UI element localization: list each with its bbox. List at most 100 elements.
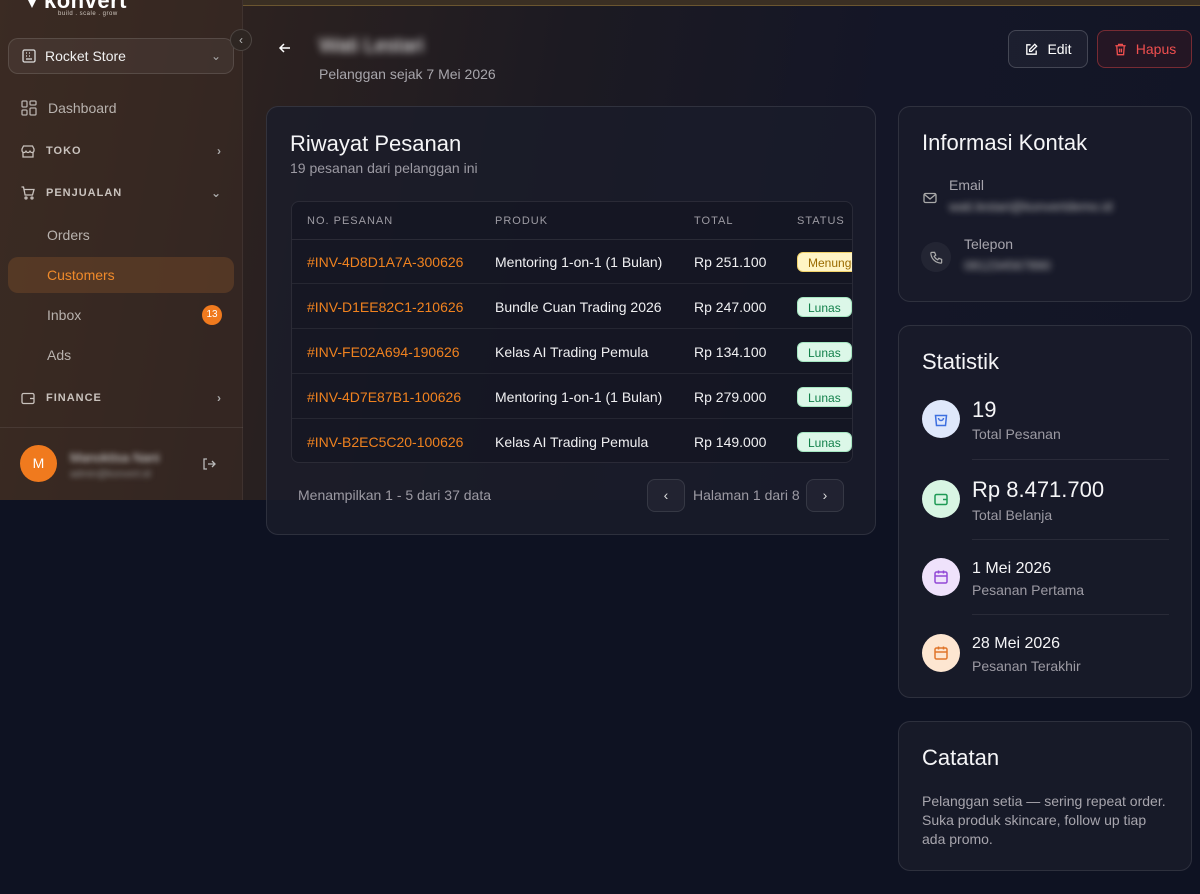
order-total: Rp 251.100: [694, 254, 767, 270]
order-product: Mentoring 1-on-1 (1 Bulan): [495, 389, 663, 405]
brand-logo[interactable]: konvert build . scale . grow: [26, 0, 136, 18]
sidebar-item-customers[interactable]: Customers: [8, 257, 234, 293]
order-product: Kelas AI Trading Pemula: [495, 434, 649, 450]
wallet-icon: [922, 480, 960, 518]
column-status: STATUS: [797, 215, 845, 227]
sidebar-item-penjualan[interactable]: PENJUALAN ⌄: [8, 175, 234, 211]
sidebar-item-toko[interactable]: TOKO ›: [8, 133, 234, 169]
dashboard-icon: [21, 100, 37, 116]
mail-icon: [921, 183, 939, 213]
order-total: Rp 134.100: [694, 344, 767, 360]
inbox-count-badge: 13: [202, 305, 222, 325]
sidebar-item-inbox[interactable]: Inbox 13: [8, 297, 234, 333]
avatar[interactable]: M: [20, 445, 57, 482]
chevron-right-icon: ›: [217, 391, 222, 405]
stat-total-orders-value: 19: [972, 397, 997, 422]
column-order-number: NO. PESANAN: [307, 215, 394, 227]
customer-name: Wati Lestari: [319, 35, 424, 57]
delete-label: Hapus: [1135, 41, 1177, 57]
order-number-link[interactable]: #INV-B2EC5C20-100626: [307, 434, 463, 450]
status-badge: Lunas: [797, 342, 852, 362]
stat-first-order-label: Pesanan Pertama: [972, 582, 1085, 598]
status-badge: Lunas: [797, 387, 852, 407]
store-name: Rocket Store: [45, 48, 126, 64]
contact-title: Informasi Kontak: [922, 130, 1088, 155]
stat-first-order-value: 1 Mei 2026: [972, 560, 1052, 577]
notes-card: Catatan Pelanggan setia — sering repeat …: [898, 721, 1192, 871]
email-label: Email: [949, 177, 985, 193]
chevron-right-icon: ›: [217, 144, 222, 158]
page-info: Halaman 1 dari 8: [693, 487, 800, 503]
sidebar-item-label: TOKO: [46, 145, 82, 157]
sidebar-item-label: Orders: [47, 227, 90, 243]
table-row[interactable]: #INV-B2EC5C20-100626 Kelas AI Trading Pe…: [292, 420, 852, 462]
order-product: Kelas AI Trading Pemula: [495, 344, 649, 360]
order-total: Rp 149.000: [694, 434, 767, 450]
stat-divider: [972, 614, 1169, 615]
sidebar-divider: [0, 427, 243, 428]
table-row[interactable]: #INV-4D7E87B1-100626 Mentoring 1-on-1 (1…: [292, 375, 852, 419]
edit-label: Edit: [1047, 41, 1072, 57]
statistics-card: Statistik 19 Total Pesanan Rp 8.471.700 …: [898, 325, 1192, 698]
table-row[interactable]: #INV-4D8D1A7A-300626 Mentoring 1-on-1 (1…: [292, 240, 852, 284]
shop-icon: [21, 145, 35, 158]
order-number-link[interactable]: #INV-4D8D1A7A-300626: [307, 254, 463, 270]
sidebar: konvert build . scale . grow Rocket Stor…: [0, 0, 243, 500]
column-total: TOTAL: [694, 215, 734, 227]
table-row[interactable]: #INV-FE02A694-190626 Kelas AI Trading Pe…: [292, 330, 852, 374]
sidebar-item-orders[interactable]: Orders: [8, 217, 234, 253]
sidebar-item-ads[interactable]: Ads: [8, 337, 234, 373]
orders-table: NO. PESANAN PRODUK TOTAL STATUS #INV-4D8…: [291, 201, 853, 463]
stat-total-spend-label: Total Belanja: [972, 507, 1053, 523]
sidebar-item-label: Customers: [47, 267, 115, 283]
order-product: Bundle Cuan Trading 2026: [495, 299, 662, 315]
user-email: admin@konvert.id: [70, 469, 151, 479]
table-header: NO. PESANAN PRODUK TOTAL STATUS: [292, 202, 852, 240]
order-history-title: Riwayat Pesanan: [290, 131, 462, 156]
stat-last-order-label: Pesanan Terakhir: [972, 658, 1081, 674]
order-number-link[interactable]: #INV-FE02A694-190626: [307, 344, 460, 360]
next-page-button[interactable]: ›: [806, 479, 844, 512]
phone-label: Telepon: [964, 236, 1014, 252]
order-history-subtitle: 19 pesanan dari pelanggan ini: [290, 160, 478, 176]
wallet-icon: [21, 392, 35, 405]
table-row[interactable]: #INV-D1EE82C1-210626 Bundle Cuan Trading…: [292, 285, 852, 329]
cart-icon: [21, 186, 35, 200]
email-value[interactable]: wati.lestari@konvertdemo.id: [949, 199, 1112, 214]
logout-icon[interactable]: [201, 456, 217, 472]
customer-since: Pelanggan sejak 7 Mei 2026: [319, 66, 496, 82]
prev-page-button[interactable]: ‹: [647, 479, 685, 512]
phone-value[interactable]: 081234567890: [964, 258, 1051, 273]
top-border: [243, 0, 1200, 6]
back-arrow-icon[interactable]: [277, 40, 293, 56]
chevron-down-icon: ⌄: [210, 186, 222, 200]
order-total: Rp 279.000: [694, 389, 767, 405]
statistics-title: Statistik: [922, 349, 1000, 374]
notes-title: Catatan: [922, 745, 1000, 770]
status-badge: Lunas: [797, 297, 852, 317]
sidebar-item-label: PENJUALAN: [46, 187, 123, 199]
phone-icon: [921, 242, 951, 272]
chevron-down-icon: ⌄: [210, 49, 221, 63]
edit-icon: [1026, 42, 1039, 55]
notes-text: Pelanggan setia — sering repeat order. S…: [922, 793, 1166, 847]
edit-button[interactable]: Edit: [1008, 30, 1088, 68]
calendar-icon: [922, 634, 960, 672]
column-product: PRODUK: [495, 215, 549, 227]
stat-divider: [972, 459, 1169, 460]
order-number-link[interactable]: #INV-D1EE82C1-210626: [307, 299, 463, 315]
sidebar-item-finance[interactable]: FINANCE ›: [8, 380, 234, 416]
sidebar-item-dashboard[interactable]: Dashboard: [8, 90, 234, 126]
stat-total-orders-label: Total Pesanan: [972, 426, 1061, 442]
shopping-bag-icon: [922, 400, 960, 438]
status-badge: Menunggu: [797, 252, 852, 272]
delete-button[interactable]: Hapus: [1097, 30, 1192, 68]
order-total: Rp 247.000: [694, 299, 767, 315]
order-number-link[interactable]: #INV-4D7E87B1-100626: [307, 389, 461, 405]
order-history-card: Riwayat Pesanan 19 pesanan dari pelangga…: [266, 106, 876, 535]
calendar-icon: [922, 558, 960, 596]
sidebar-item-label: Ads: [47, 347, 72, 363]
status-badge: Lunas: [797, 432, 852, 452]
collapse-sidebar-button[interactable]: ‹: [230, 29, 252, 51]
store-selector[interactable]: Rocket Store ⌄: [8, 38, 234, 74]
